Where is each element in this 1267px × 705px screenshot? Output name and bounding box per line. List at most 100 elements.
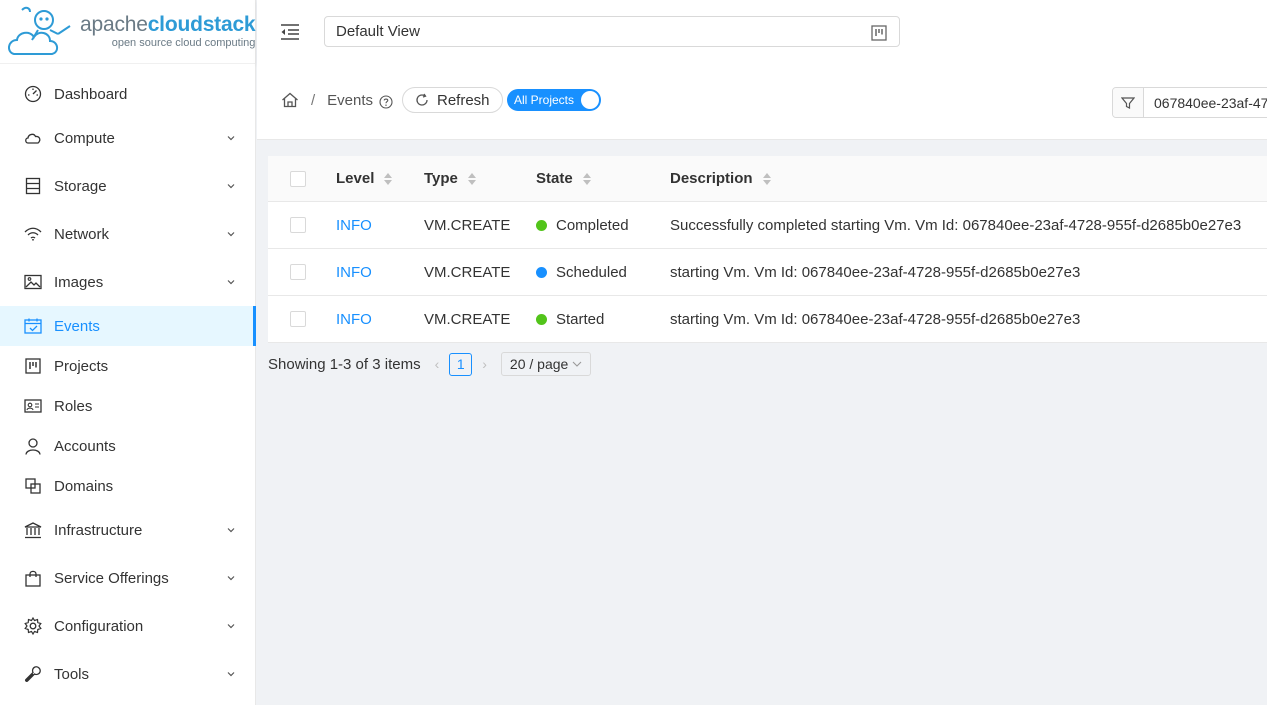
project-icon <box>24 357 42 375</box>
row-checkbox[interactable] <box>290 311 306 327</box>
chevron-down-icon <box>227 672 235 677</box>
dashboard-icon <box>24 85 42 103</box>
sidebar-item-events[interactable]: Events <box>0 306 256 346</box>
sidebar-item-service-offerings[interactable]: Service Offerings <box>0 558 255 598</box>
sort-icon[interactable] <box>467 172 476 185</box>
logo[interactable]: apachecloudstack open source cloud compu… <box>0 0 256 64</box>
level-link[interactable]: INFO <box>336 311 372 328</box>
sidebar-item-label: Infrastructure <box>54 521 143 539</box>
column-label: Description <box>670 170 753 187</box>
sidebar-item-images[interactable]: Images <box>0 262 255 302</box>
logo-brand: apachecloudstack <box>80 13 256 36</box>
project-icon <box>871 25 887 41</box>
page-size-select[interactable]: 20 / page <box>500 352 592 376</box>
table-row: INFO VM.CREATE Scheduled starting Vm. Vm… <box>268 249 1267 296</box>
sidebar-item-tools[interactable]: Tools <box>0 654 255 694</box>
sidebar-item-label: Storage <box>54 177 107 195</box>
refresh-button[interactable]: Refresh <box>402 87 503 113</box>
status-dot <box>536 219 547 231</box>
all-projects-label: All Projects <box>514 93 575 107</box>
sidebar-item-infrastructure[interactable]: Infrastructure <box>0 510 255 550</box>
column-level[interactable]: Level <box>336 156 393 201</box>
sort-icon[interactable] <box>762 172 771 185</box>
reload-icon <box>416 93 428 106</box>
sort-icon[interactable] <box>582 172 591 185</box>
type-cell: VM.CREATE <box>424 310 511 328</box>
sidebar-item-dashboard[interactable]: Dashboard <box>0 74 255 114</box>
project-view-select[interactable]: Default View <box>324 16 900 47</box>
state-label: Scheduled <box>556 263 627 281</box>
state-label: Started <box>556 310 605 328</box>
chevron-down-icon <box>227 232 235 237</box>
state-cell: Scheduled <box>536 249 627 295</box>
breadcrumb: / Events <box>281 91 393 109</box>
filter-icon[interactable] <box>1113 88 1144 117</box>
chevron-down-icon <box>227 528 235 533</box>
sidebar-menu: Dashboard Compute Storage Network Images… <box>0 74 256 694</box>
all-projects-toggle[interactable]: All Projects <box>507 89 601 111</box>
chevron-down-icon <box>227 624 235 629</box>
state-cell: Completed <box>536 202 629 248</box>
row-checkbox[interactable] <box>290 264 306 280</box>
search-filter[interactable]: 067840ee-23af-47 <box>1112 87 1267 118</box>
prev-page-icon[interactable]: ‹ <box>435 356 440 372</box>
select-all-checkbox[interactable] <box>290 170 306 187</box>
page-header: / Events Refresh All Projects 067840ee-2… <box>257 64 1267 140</box>
question-circle-icon[interactable] <box>379 95 393 109</box>
sidebar-item-accounts[interactable]: Accounts <box>0 426 255 466</box>
setting-icon <box>24 617 42 635</box>
chevron-down-icon <box>227 184 235 189</box>
description-cell: starting Vm. Vm Id: 067840ee-23af-4728-9… <box>670 263 1081 281</box>
sidebar-item-domains[interactable]: Domains <box>0 466 255 506</box>
sidebar-item-network[interactable]: Network <box>0 214 255 254</box>
column-label: Level <box>336 170 375 187</box>
logo-text: apachecloudstack open source cloud compu… <box>80 13 256 49</box>
search-input[interactable]: 067840ee-23af-47 <box>1144 95 1267 111</box>
logo-tagline: open source cloud computing <box>111 37 256 49</box>
column-state[interactable]: State <box>536 156 591 201</box>
project-view-value: Default View <box>336 23 420 40</box>
sidebar-item-storage[interactable]: Storage <box>0 166 255 206</box>
column-description[interactable]: Description <box>670 156 771 201</box>
idcard-icon <box>24 397 42 415</box>
chevron-down-icon <box>227 576 235 581</box>
chevron-down-icon <box>227 136 235 141</box>
sidebar-item-label: Roles <box>54 397 93 415</box>
wifi-icon <box>24 225 42 243</box>
type-cell: VM.CREATE <box>424 263 511 281</box>
home-icon[interactable] <box>281 92 299 108</box>
pagination: Showing 1-3 of 3 items ‹ 1 › 20 / page <box>268 352 592 376</box>
status-dot <box>536 313 547 325</box>
sidebar-item-projects[interactable]: Projects <box>0 346 255 386</box>
menu-fold-icon[interactable] <box>279 22 301 42</box>
next-page-icon[interactable]: › <box>482 356 487 372</box>
sidebar: apachecloudstack open source cloud compu… <box>0 0 256 705</box>
sidebar-item-label: Network <box>54 225 110 243</box>
sidebar-item-label: Tools <box>54 665 90 683</box>
page-size-value: 20 / page <box>509 356 569 372</box>
chevron-down-icon <box>227 280 235 285</box>
top-header: Default View <box>257 0 1267 64</box>
cloudstack-mascot-icon <box>8 4 74 60</box>
table-row: INFO VM.CREATE Completed Successfully co… <box>268 202 1267 249</box>
level-link[interactable]: INFO <box>336 217 372 234</box>
tool-icon <box>24 665 42 683</box>
column-type[interactable]: Type <box>424 156 476 201</box>
sidebar-item-label: Service Offerings <box>54 569 169 587</box>
sidebar-item-configuration[interactable]: Configuration <box>0 606 255 646</box>
picture-icon <box>24 273 42 291</box>
state-cell: Started <box>536 296 604 342</box>
sort-icon[interactable] <box>384 172 393 185</box>
level-link[interactable]: INFO <box>336 264 372 281</box>
row-checkbox[interactable] <box>290 217 306 233</box>
sidebar-item-compute[interactable]: Compute <box>0 118 255 158</box>
breadcrumb-current: Events <box>327 91 374 109</box>
sidebar-item-label: Compute <box>54 129 115 147</box>
sidebar-item-roles[interactable]: Roles <box>0 386 255 426</box>
sidebar-item-label: Accounts <box>54 437 116 455</box>
user-icon <box>24 437 42 455</box>
pagination-summary: Showing 1-3 of 3 items <box>268 355 421 373</box>
table-header: Level Type State Description <box>268 156 1267 202</box>
events-table: Level Type State Description INFO VM.CRE… <box>268 156 1267 343</box>
page-1-button[interactable]: 1 <box>449 352 473 376</box>
